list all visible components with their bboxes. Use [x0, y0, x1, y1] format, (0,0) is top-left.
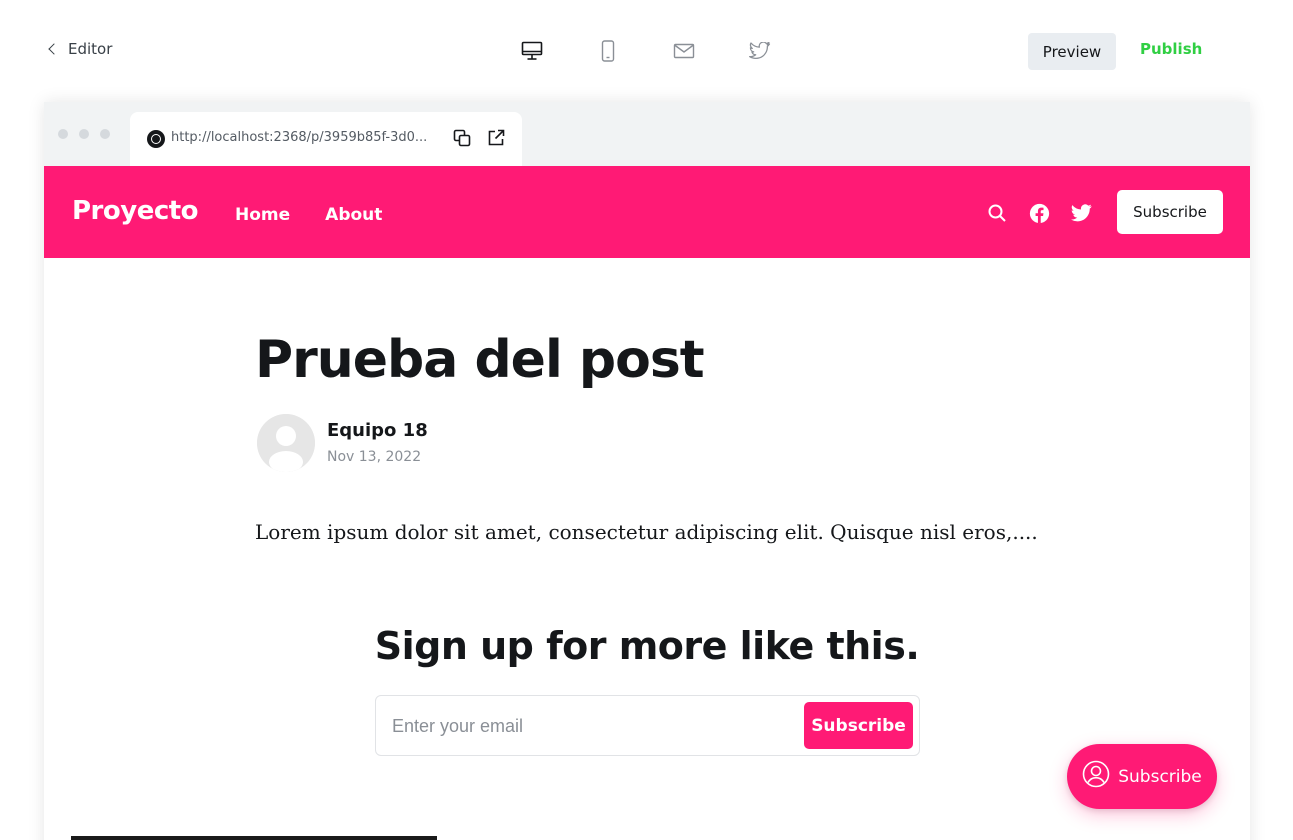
window-dot [79, 129, 89, 139]
browser-preview-frame: http://localhost:2368/p/3959b85f-3d0... … [44, 102, 1250, 840]
window-dot [100, 129, 110, 139]
post-date: Nov 13, 2022 [327, 449, 422, 465]
external-link-icon[interactable] [487, 129, 505, 151]
browser-tab: http://localhost:2368/p/3959b85f-3d0... [130, 112, 522, 166]
mobile-icon[interactable] [596, 37, 620, 65]
search-icon[interactable] [986, 202, 1008, 224]
header-subscribe-button[interactable]: Subscribe [1117, 190, 1223, 234]
browser-chrome: http://localhost:2368/p/3959b85f-3d0... [44, 102, 1250, 166]
portal-subscribe-button[interactable]: Subscribe [1067, 744, 1217, 809]
nav-about-link[interactable]: About [325, 205, 382, 225]
facebook-icon[interactable] [1028, 202, 1050, 224]
header-icons [986, 202, 1092, 224]
signup-title: Sign up for more like this. [374, 624, 920, 668]
window-dot [58, 129, 68, 139]
post-title: Prueba del post [255, 330, 705, 390]
publish-button[interactable]: Publish [1140, 40, 1202, 58]
site-favicon-icon [147, 130, 165, 148]
chevron-left-icon [48, 43, 60, 55]
nav-home-link[interactable]: Home [235, 205, 290, 225]
preview-mode-switcher [520, 37, 772, 65]
twitter-icon[interactable] [748, 37, 772, 65]
twitter-social-icon[interactable] [1070, 202, 1092, 224]
post-excerpt: Lorem ipsum dolor sit amet, consectetur … [255, 520, 1038, 544]
signup-subscribe-button[interactable]: Subscribe [804, 702, 913, 749]
site-nav: Home About [235, 205, 382, 225]
author-name[interactable]: Equipo 18 [327, 420, 428, 441]
editor-topbar: Editor Preview Publish [0, 0, 1293, 100]
site-logo[interactable]: Proyecto [72, 196, 199, 226]
author-avatar[interactable] [257, 414, 315, 472]
feature-image-edge [71, 836, 437, 840]
preview-button[interactable]: Preview [1028, 33, 1116, 70]
copy-icon[interactable] [453, 129, 471, 151]
user-circle-icon [1082, 760, 1110, 793]
back-to-editor-link[interactable]: Editor [46, 40, 112, 58]
desktop-icon[interactable] [520, 37, 544, 65]
site-header: Proyecto Home About Subscribe [44, 166, 1250, 258]
preview-url[interactable]: http://localhost:2368/p/3959b85f-3d0... [171, 130, 441, 145]
window-dots [58, 129, 110, 139]
email-input[interactable] [392, 710, 792, 742]
back-to-editor-label: Editor [68, 40, 113, 58]
email-icon[interactable] [672, 37, 696, 65]
signup-form: Subscribe [375, 695, 920, 756]
portal-subscribe-label: Subscribe [1118, 766, 1202, 787]
